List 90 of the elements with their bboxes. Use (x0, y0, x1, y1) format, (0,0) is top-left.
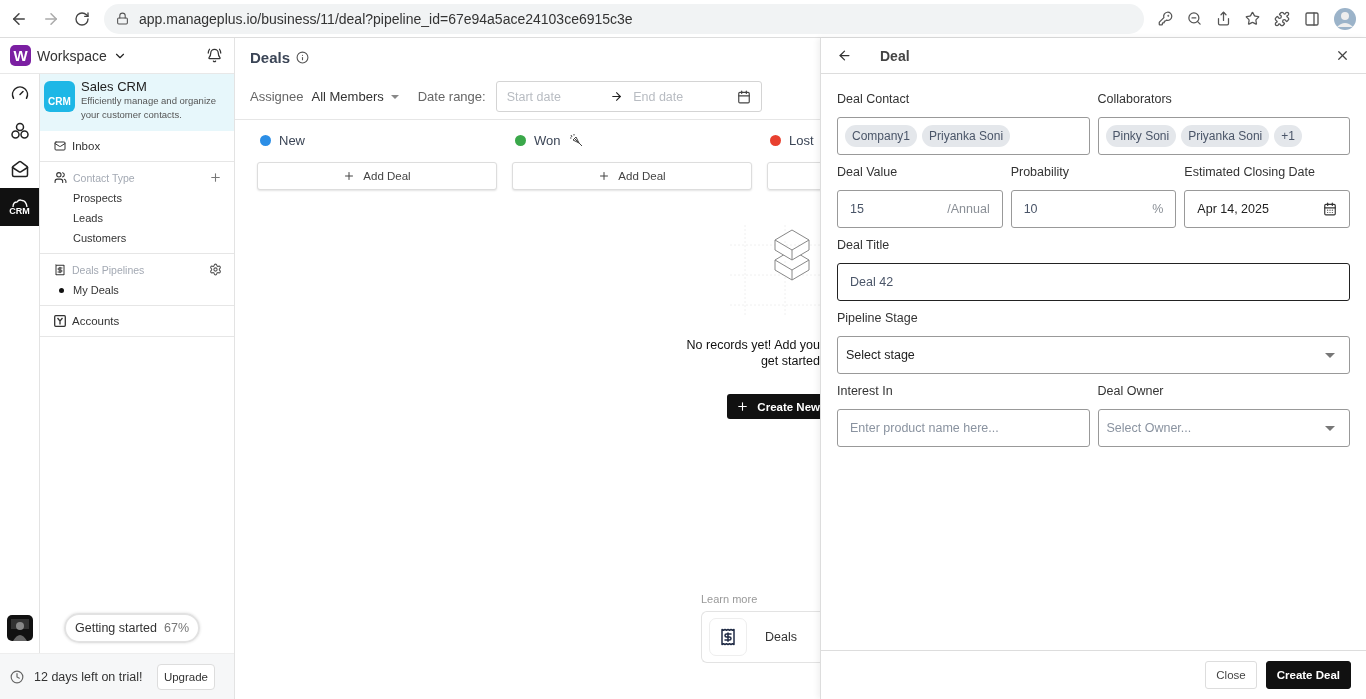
trial-notice: 12 days left on trial! (34, 669, 144, 684)
stage-name: Won (534, 132, 561, 148)
section-heading: Deals Pipelines (72, 263, 146, 276)
close-button[interactable]: Close (1205, 661, 1257, 689)
back-icon[interactable] (837, 48, 852, 63)
crm-logo: CRM (44, 81, 75, 112)
mail-icon (54, 140, 66, 152)
field-label: Pipeline Stage (837, 311, 919, 325)
getting-started-pill[interactable]: Getting started 67% (64, 613, 201, 643)
nav-link[interactable]: Prospects (73, 192, 122, 204)
assignee-dropdown[interactable]: All Members (311, 89, 402, 104)
filter-label: Assignee (250, 89, 304, 104)
chip-field[interactable]: Company1 Priyanka Soni (837, 117, 1090, 155)
chip-field[interactable]: Pinky Soni Priyanka Soni +1 (1097, 117, 1350, 155)
rail-label: CRM (9, 206, 30, 216)
gauge-icon[interactable] (10, 84, 29, 102)
stage-name: New (279, 132, 305, 148)
create-deal-button[interactable]: Create Deal (1265, 661, 1351, 689)
empty-message: No records yet! Add you get started (686, 337, 820, 369)
chip: Priyanka Soni (1181, 125, 1270, 147)
learn-card[interactable]: Deals (701, 611, 820, 663)
workspace-logo: W (10, 45, 31, 66)
add-deal-button[interactable]: Add Deal (257, 162, 497, 190)
create-new-button[interactable]: Create New (727, 394, 820, 419)
field-label: Deal Title (837, 238, 891, 252)
bullet-icon (59, 287, 64, 293)
calendar-icon (736, 89, 751, 104)
reload-icon[interactable] (74, 10, 90, 27)
plus-icon (343, 170, 356, 182)
accounts-icon (54, 315, 66, 327)
workspace-name[interactable]: Workspace (37, 47, 107, 64)
add-deal-button[interactable]: Add Deal (512, 162, 752, 190)
panel-title: Deal (880, 47, 911, 64)
field-label: Probability (1010, 165, 1071, 179)
nav-link[interactable]: Inbox (72, 140, 222, 152)
caret-icon (1323, 423, 1337, 433)
app-title: Sales CRM (81, 79, 148, 94)
receipt-icon (709, 618, 747, 656)
party-popper-icon (568, 133, 583, 147)
side-panel-icon[interactable] (1304, 10, 1320, 27)
section-heading: Contact Type (73, 171, 136, 184)
nav-link[interactable]: Customers (73, 232, 127, 244)
chip: Pinky Soni (1105, 125, 1177, 147)
puzzle-icon[interactable] (1274, 10, 1290, 27)
cloud-icon (11, 198, 28, 207)
field-label: Estimated Closing Date (1184, 165, 1316, 179)
date-field[interactable]: Apr 14, 2025 (1184, 190, 1350, 228)
settings-icon[interactable] (209, 263, 222, 276)
field-label: Interest In (837, 384, 894, 398)
page-title: Deals (250, 48, 291, 66)
learn-more-label: Learn more (701, 593, 759, 605)
field-label: Deal Owner (1097, 384, 1165, 398)
chip: +1 (1274, 125, 1302, 147)
app-subtitle: Efficiently manage and organize your customer contacts. (81, 94, 218, 122)
address-bar[interactable]: app.manageplus.io/business/11/deal?pipeline_id=67e94a5ace24103ce6915c3e (104, 3, 1144, 34)
input-field[interactable]: 15 /Annual (837, 190, 1003, 228)
clock-icon (10, 669, 24, 684)
star-icon[interactable] (1245, 11, 1260, 26)
input-field[interactable]: Deal 42 (837, 263, 1350, 301)
nav-link[interactable]: Accounts (72, 315, 222, 327)
input-field[interactable]: 10 % (1010, 190, 1177, 228)
plus-icon (736, 400, 750, 413)
nav-link[interactable]: Leads (73, 212, 103, 224)
receipt-icon (54, 263, 66, 276)
arrow-right-icon (610, 90, 624, 103)
filter-label: Date range: (417, 89, 486, 104)
users-icon (54, 171, 67, 184)
info-icon[interactable] (296, 50, 310, 64)
upgrade-button[interactable]: Upgrade (156, 663, 215, 690)
calendar-icon (1323, 202, 1337, 216)
mail-icon[interactable] (10, 160, 29, 178)
chip: Priyanka Soni (922, 125, 1011, 147)
share-icon[interactable] (1216, 11, 1231, 26)
plus-icon (598, 170, 611, 182)
field-label: Deal Contact (837, 92, 911, 106)
nav-link[interactable]: My Deals (73, 284, 119, 296)
stage-name: Lost (789, 132, 814, 148)
rail-item[interactable]: CRM (0, 188, 39, 226)
network-icon (10, 122, 29, 140)
lock-icon (116, 12, 129, 25)
zoom-out-icon[interactable] (1187, 11, 1202, 26)
add-icon[interactable] (209, 171, 222, 184)
key-icon[interactable] (1158, 11, 1173, 26)
field-label: Deal Value (837, 165, 899, 179)
chip: Company1 (845, 125, 918, 147)
close-icon[interactable] (1335, 48, 1350, 63)
bell-icon[interactable] (207, 48, 222, 63)
field-label: Collaborators (1097, 92, 1173, 106)
select-field[interactable]: Select stage (837, 336, 1350, 374)
caret-icon (1323, 350, 1337, 360)
